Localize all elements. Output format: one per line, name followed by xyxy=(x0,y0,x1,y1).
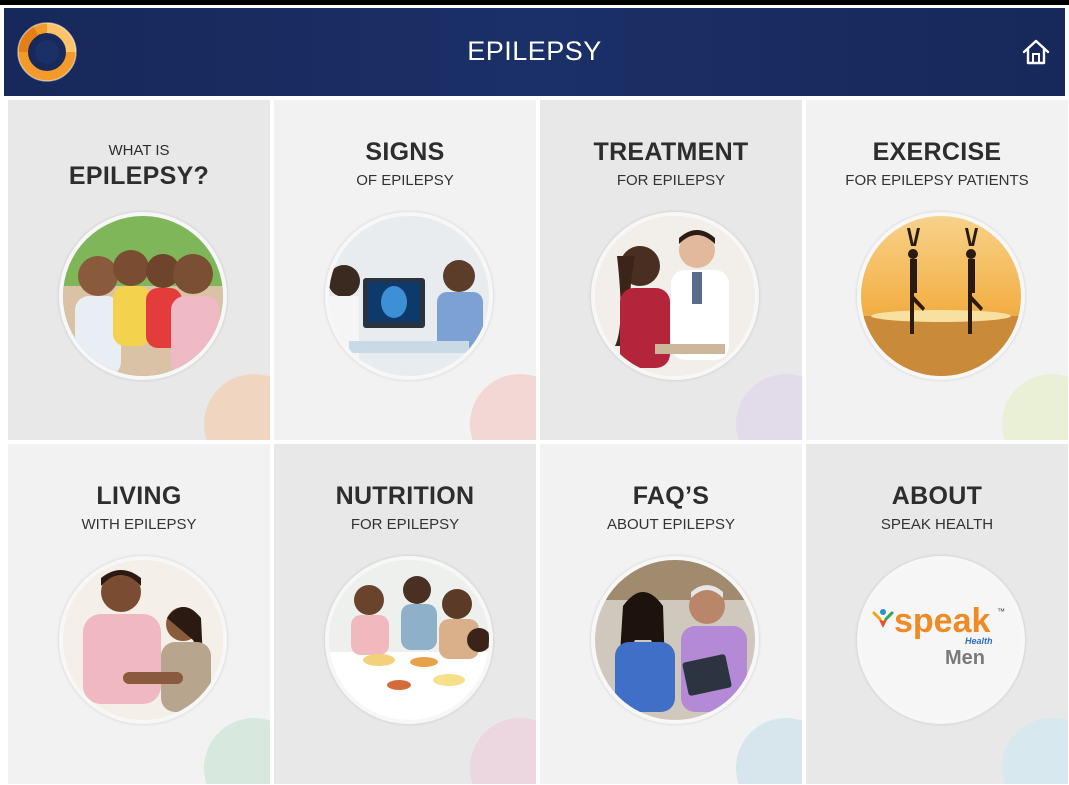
page-title: EPILEPSY xyxy=(467,36,602,66)
svg-text:™: ™ xyxy=(997,607,1005,616)
home-icon[interactable] xyxy=(1021,38,1051,66)
tile-title: TREATMENT xyxy=(593,138,749,166)
doctor-consultation-photo xyxy=(591,212,759,380)
logo-health-text: Health xyxy=(965,636,993,646)
tile-title: ABOUT xyxy=(891,482,983,510)
tile-subtitle: FOR EPILEPSY PATIENTS xyxy=(845,172,1029,189)
tile-title: EPILEPSY? xyxy=(68,162,210,190)
tile-exercise[interactable]: EXERCISE FOR EPILEPSY PATIENTS xyxy=(806,100,1068,440)
tile-subtitle: WITH EPILEPSY xyxy=(81,516,197,533)
corner-decoration xyxy=(1002,718,1068,784)
tile-subtitle: ABOUT EPILEPSY xyxy=(606,516,736,533)
yoga-sunset-photo xyxy=(857,212,1025,380)
corner-decoration xyxy=(736,718,802,784)
tile-title: EXERCISE xyxy=(872,138,1002,166)
family-meal-photo xyxy=(325,556,493,724)
tile-subtitle: FOR EPILEPSY xyxy=(616,172,726,189)
tile-faqs[interactable]: FAQ’S ABOUT EPILEPSY xyxy=(540,444,802,784)
tile-title: LIVING xyxy=(96,482,182,510)
corner-decoration xyxy=(1002,374,1068,440)
tile-subtitle: SPEAK HEALTH xyxy=(880,516,994,533)
tile-what-is-epilepsy[interactable]: WHAT IS EPILEPSY? xyxy=(8,100,270,440)
corner-decoration xyxy=(204,374,270,440)
couple-tablet-photo xyxy=(591,556,759,724)
tile-title: FAQ’S xyxy=(632,482,710,510)
corner-decoration xyxy=(470,374,536,440)
app-header: EPILEPSY xyxy=(4,8,1065,96)
tile-title: NUTRITION xyxy=(335,482,475,510)
logo-speak-text: speak xyxy=(894,602,990,640)
corner-decoration xyxy=(736,374,802,440)
corner-decoration xyxy=(470,718,536,784)
tile-top-label: WHAT IS xyxy=(108,142,170,159)
family-photo xyxy=(59,212,227,380)
doctor-brain-scan-photo xyxy=(325,212,493,380)
topic-grid: WHAT IS EPILEPSY? SIGNS OF EPILEPSY TREA… xyxy=(4,96,1068,785)
couple-photo xyxy=(59,556,227,724)
tile-subtitle: FOR EPILEPSY xyxy=(350,516,460,533)
logo-men-text: Men xyxy=(945,647,985,669)
tile-living[interactable]: LIVING WITH EPILEPSY xyxy=(8,444,270,784)
tile-about[interactable]: ABOUT SPEAK HEALTH speak ™ Health Men xyxy=(806,444,1068,784)
status-strip xyxy=(0,0,1069,5)
tile-treatment[interactable]: TREATMENT FOR EPILEPSY xyxy=(540,100,802,440)
speak-health-men-logo: speak ™ Health Men xyxy=(857,556,1025,724)
tile-title: SIGNS xyxy=(365,138,445,166)
corner-decoration xyxy=(204,718,270,784)
tile-signs[interactable]: SIGNS OF EPILEPSY xyxy=(274,100,536,440)
tile-nutrition[interactable]: NUTRITION FOR EPILEPSY xyxy=(274,444,536,784)
tile-subtitle: OF EPILEPSY xyxy=(356,172,454,189)
